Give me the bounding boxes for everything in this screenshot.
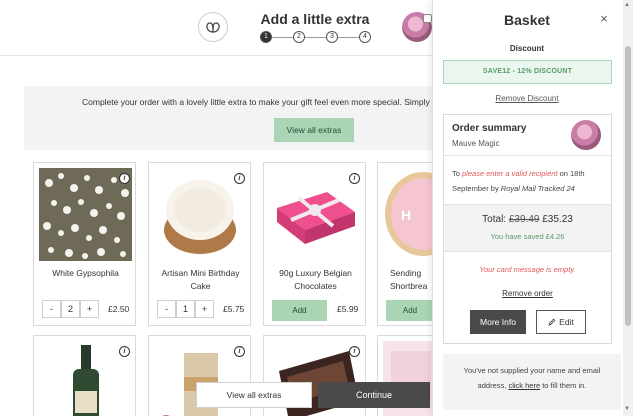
delivery-to-text: To (452, 169, 463, 178)
step-2: 2 (293, 31, 305, 43)
product-card[interactable]: i White Gypsophila - 2 + £2.50 (33, 162, 136, 326)
step-connector (338, 36, 359, 38)
product-image-shortbread: H (383, 168, 438, 261)
edit-label: Edit (559, 317, 574, 327)
qty-minus-button[interactable]: - (42, 300, 61, 318)
progress-steps: 1 2 3 4 (260, 31, 371, 43)
product-image-prosecco (39, 341, 132, 416)
checkout-header: Add a little extra 1 2 3 4 (0, 0, 432, 56)
qty-minus-button[interactable]: - (157, 300, 176, 318)
recipient-warning[interactable]: please enter a valid recipient (462, 169, 557, 178)
product-card[interactable]: i 90g Luxury Belgian Chocolates Add £5.9… (263, 162, 366, 326)
qty-plus-button[interactable]: + (195, 300, 214, 318)
order-summary-title: Order summary (452, 123, 527, 134)
info-icon[interactable]: i (349, 173, 360, 184)
quantity-stepper: - 2 + (42, 300, 99, 318)
order-total: Total: £39.49 £35.23 (444, 214, 611, 225)
quantity-stepper: - 1 + (157, 300, 214, 318)
remove-discount-link[interactable]: Remove Discount (433, 94, 621, 103)
scroll-up-arrow-icon[interactable]: ▲ (624, 2, 630, 8)
add-to-basket-button[interactable]: Add (272, 300, 327, 321)
logo-icon (206, 22, 220, 33)
step-1: 1 (260, 31, 272, 43)
continue-button[interactable]: Continue (318, 382, 430, 408)
info-icon[interactable]: i (119, 173, 130, 184)
scroll-down-arrow-icon[interactable]: ▼ (624, 406, 630, 412)
step-4: 4 (359, 31, 371, 43)
step-connector (272, 36, 293, 38)
banner-text: Complete your order with a lovely little… (82, 97, 437, 107)
view-all-extras-bottom-button[interactable]: View all extras (196, 382, 312, 408)
step-connector (305, 36, 326, 38)
bottom-action-bar: View all extras Continue (196, 382, 432, 408)
close-icon[interactable]: × (597, 12, 611, 26)
brand-logo[interactable] (198, 12, 228, 42)
qty-value[interactable]: 1 (176, 300, 195, 318)
product-name: White Gypsophila (52, 268, 119, 278)
notice-text: You've not supplied your name and email … (449, 363, 615, 393)
qty-value[interactable]: 2 (61, 300, 80, 318)
page-title: Add a little extra (260, 11, 370, 27)
info-icon[interactable]: i (349, 346, 360, 357)
remove-order-link[interactable]: Remove order (444, 289, 611, 298)
discounted-price: £35.23 (539, 214, 573, 225)
product-price: £5.75 (223, 304, 245, 314)
order-summary-header: Order summary Mauve Magic (444, 115, 611, 156)
product-card[interactable]: H Sending Shortbrea Add (377, 162, 438, 326)
add-to-basket-button[interactable]: Add (386, 300, 434, 321)
product-card[interactable]: i (33, 335, 136, 416)
total-box: Total: £39.49 £35.23 You have saved £4.2… (444, 204, 611, 252)
view-all-extras-button[interactable]: View all extras (274, 118, 354, 142)
basket-title: Basket (504, 12, 550, 28)
step-3: 3 (326, 31, 338, 43)
delivery-service: Royal Mail Tracked 24 (500, 184, 575, 193)
card-message-warning: Your card message is empty. (479, 265, 576, 274)
notice-post: to fill them in. (540, 381, 587, 390)
edit-button[interactable]: Edit (536, 310, 586, 334)
delivery-details: To please enter a valid recipient on 18t… (452, 166, 607, 196)
product-image-gypsophila (39, 168, 132, 261)
discount-label: Discount (509, 44, 545, 53)
savings-text: You have saved £4.26 (490, 232, 565, 241)
basket-panel: Basket × Discount SAVE12 - 12% DISCOUNT … (432, 0, 640, 416)
discount-code-badge: SAVE12 - 12% DISCOUNT (443, 60, 612, 84)
lock-icon (423, 14, 432, 23)
scrollbar-thumb[interactable] (625, 46, 631, 326)
info-icon[interactable]: i (119, 346, 130, 357)
info-icon[interactable]: i (234, 346, 245, 357)
order-summary: Order summary Mauve Magic To please ente… (443, 114, 612, 344)
more-info-button[interactable]: More Info (470, 310, 526, 334)
original-price: £39.49 (508, 214, 540, 225)
pencil-icon (548, 318, 556, 326)
product-card[interactable]: i Artisan Mini Birthday Cake - 1 + £5.75 (148, 162, 251, 326)
svg-text:H: H (401, 207, 411, 223)
product-thumbnail (571, 120, 601, 150)
info-icon[interactable]: i (234, 173, 245, 184)
click-here-link[interactable]: click here (508, 381, 540, 390)
contact-details-notice: You've not supplied your name and email … (443, 354, 621, 410)
product-image-chocolates (269, 168, 362, 261)
total-label: Total: (482, 214, 509, 225)
product-price: £2.50 (108, 304, 130, 314)
product-name: Artisan Mini Birthday Cake (161, 268, 240, 291)
product-name: Mauve Magic (452, 139, 500, 148)
product-name: 90g Luxury Belgian Chocolates (279, 268, 352, 291)
extras-banner: Complete your order with a lovely little… (24, 86, 444, 150)
qty-plus-button[interactable]: + (80, 300, 99, 318)
product-image-cake (154, 168, 247, 261)
product-price: £5.99 (337, 304, 359, 314)
